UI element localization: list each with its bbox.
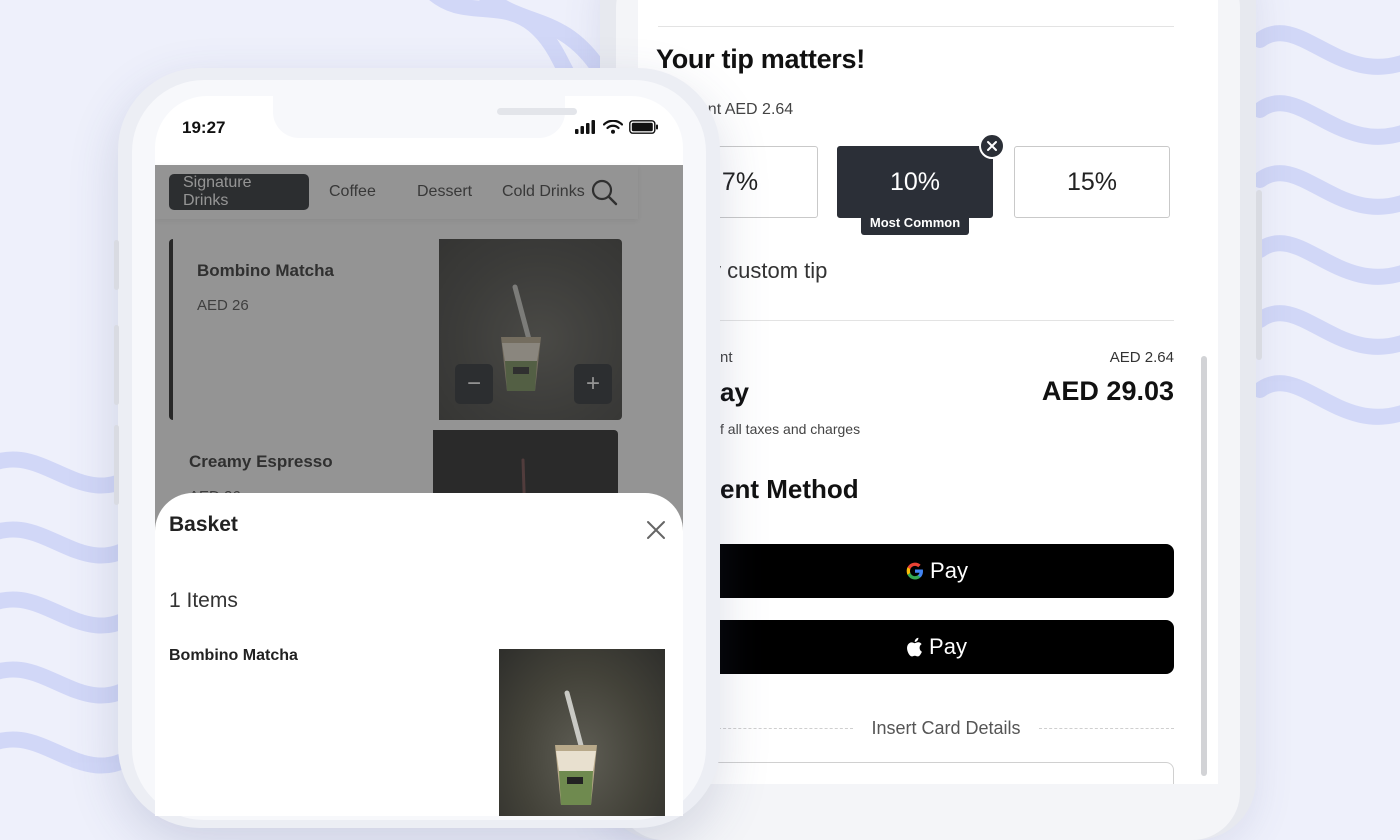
product-name: Creamy Espresso <box>189 452 333 471</box>
side-button <box>114 240 119 290</box>
to-pay-label: ay <box>720 377 749 407</box>
tab-label: Cold Drinks <box>502 183 585 200</box>
custom-tip-link[interactable]: y custom tip <box>710 258 827 284</box>
tab-label: Coffee <box>329 183 376 200</box>
status-time: 19:27 <box>182 118 226 137</box>
side-button <box>114 325 119 405</box>
category-tabs: Signature Drinks Coffee Dessert Cold Dri… <box>155 165 638 219</box>
tip-title: Your tip matters! <box>656 44 865 74</box>
tab-cold-drinks[interactable]: Cold Drinks <box>488 174 599 210</box>
tab-coffee[interactable]: Coffee <box>315 174 390 210</box>
increase-quantity-button[interactable]: + <box>574 364 612 404</box>
search-icon[interactable] <box>589 177 619 207</box>
tip-summary-label: nt <box>720 349 733 366</box>
tip-option-label: 10% <box>889 167 941 196</box>
basket-item-count: 1 Items <box>169 589 238 612</box>
tab-signature-drinks[interactable]: Signature Drinks <box>169 174 309 210</box>
tab-label: Signature Drinks <box>183 174 252 209</box>
product-price: AED 26 <box>197 297 249 314</box>
tip-option-10[interactable]: 10% <box>837 146 993 218</box>
tip-summary-value: AED 2.64 <box>1109 349 1174 366</box>
signal-icon <box>575 120 595 134</box>
basket-title: Basket <box>169 513 238 536</box>
matcha-cup-image <box>555 690 597 805</box>
product-name: Bombino Matcha <box>197 261 334 280</box>
scrollbar[interactable] <box>1201 356 1207 776</box>
tip-option-label: 7% <box>721 167 759 196</box>
side-button <box>114 425 119 505</box>
tip-option-15[interactable]: 15% <box>1014 146 1170 218</box>
decrease-quantity-button[interactable]: − <box>455 364 493 404</box>
wifi-icon <box>603 120 623 134</box>
product-card[interactable]: Bombino Matcha AED 26 − + <box>169 239 622 420</box>
card-number-input[interactable] <box>698 762 1174 784</box>
phone-notch <box>273 96 577 138</box>
status-icons <box>575 120 659 134</box>
basket-sheet: Basket 1 Items Bombino Matcha <box>155 493 683 816</box>
dashed-line <box>718 727 854 729</box>
side-button <box>1256 190 1262 360</box>
most-common-badge: Most Common <box>861 210 969 235</box>
google-pay-button[interactable]: Pay <box>698 544 1174 598</box>
close-icon <box>987 141 997 151</box>
checkout-screen: Your tip matters! ount AED 2.64 7% 10% M… <box>638 0 1218 784</box>
google-pay-label: Pay <box>930 558 968 583</box>
to-pay-value: AED 29.03 <box>1041 376 1174 406</box>
dashed-line <box>1038 727 1174 729</box>
apple-pay-button[interactable]: Pay <box>698 620 1174 674</box>
divider <box>658 320 1174 321</box>
tab-label: Dessert <box>417 183 473 200</box>
divider <box>658 26 1174 27</box>
battery-icon <box>629 120 658 134</box>
menu-screen: 19:27 Signature Drinks Coffee Dessert Co… <box>155 96 683 816</box>
basket-item-name: Bombino Matcha <box>169 647 298 664</box>
tip-clear-button[interactable] <box>979 133 1005 159</box>
apple-pay-label: Pay <box>929 634 967 659</box>
card-details-label: Insert Card Details <box>871 717 1021 738</box>
taxes-note: f all taxes and charges <box>720 421 861 437</box>
apple-icon <box>907 637 922 657</box>
basket-item-image <box>499 649 665 816</box>
tip-option-label: 15% <box>1066 167 1118 196</box>
speaker <box>497 108 577 115</box>
google-g-icon <box>906 562 924 580</box>
card-details-divider: Insert Card Details <box>718 716 1174 740</box>
close-icon[interactable] <box>645 519 667 541</box>
payment-method-title: ent Method <box>720 474 859 504</box>
tab-dessert[interactable]: Dessert <box>403 174 486 210</box>
